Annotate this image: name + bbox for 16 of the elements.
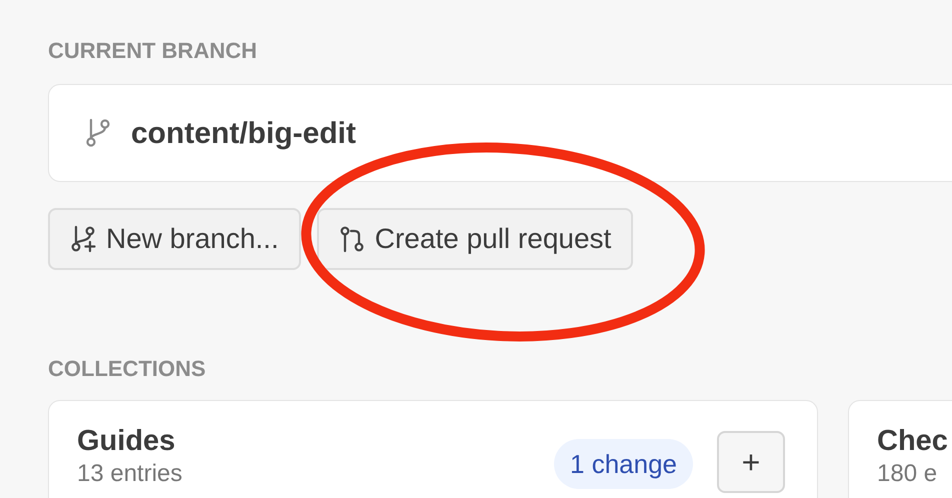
change-badge: 1 change [554,439,693,489]
new-branch-button[interactable]: New branch... [48,208,301,270]
create-pull-request-button[interactable]: Create pull request [316,208,634,270]
collection-card[interactable]: Guides 13 entries 1 change + [48,400,818,498]
collection-title: Guides [77,424,176,459]
collection-title: Chec [877,424,949,459]
collection-card[interactable]: Chec 180 e [848,400,952,498]
branch-name: content/big-edit [131,116,356,152]
entry-count: 180 e [877,459,938,489]
add-entry-button[interactable]: + [717,431,785,493]
pull-request-icon [338,225,365,253]
branch-icon [85,118,111,148]
section-heading: COLLECTIONS [48,358,207,380]
entry-count: 13 entries [77,459,184,489]
section-heading: CURRENT BRANCH [48,40,258,62]
branch-plus-icon [70,225,96,253]
